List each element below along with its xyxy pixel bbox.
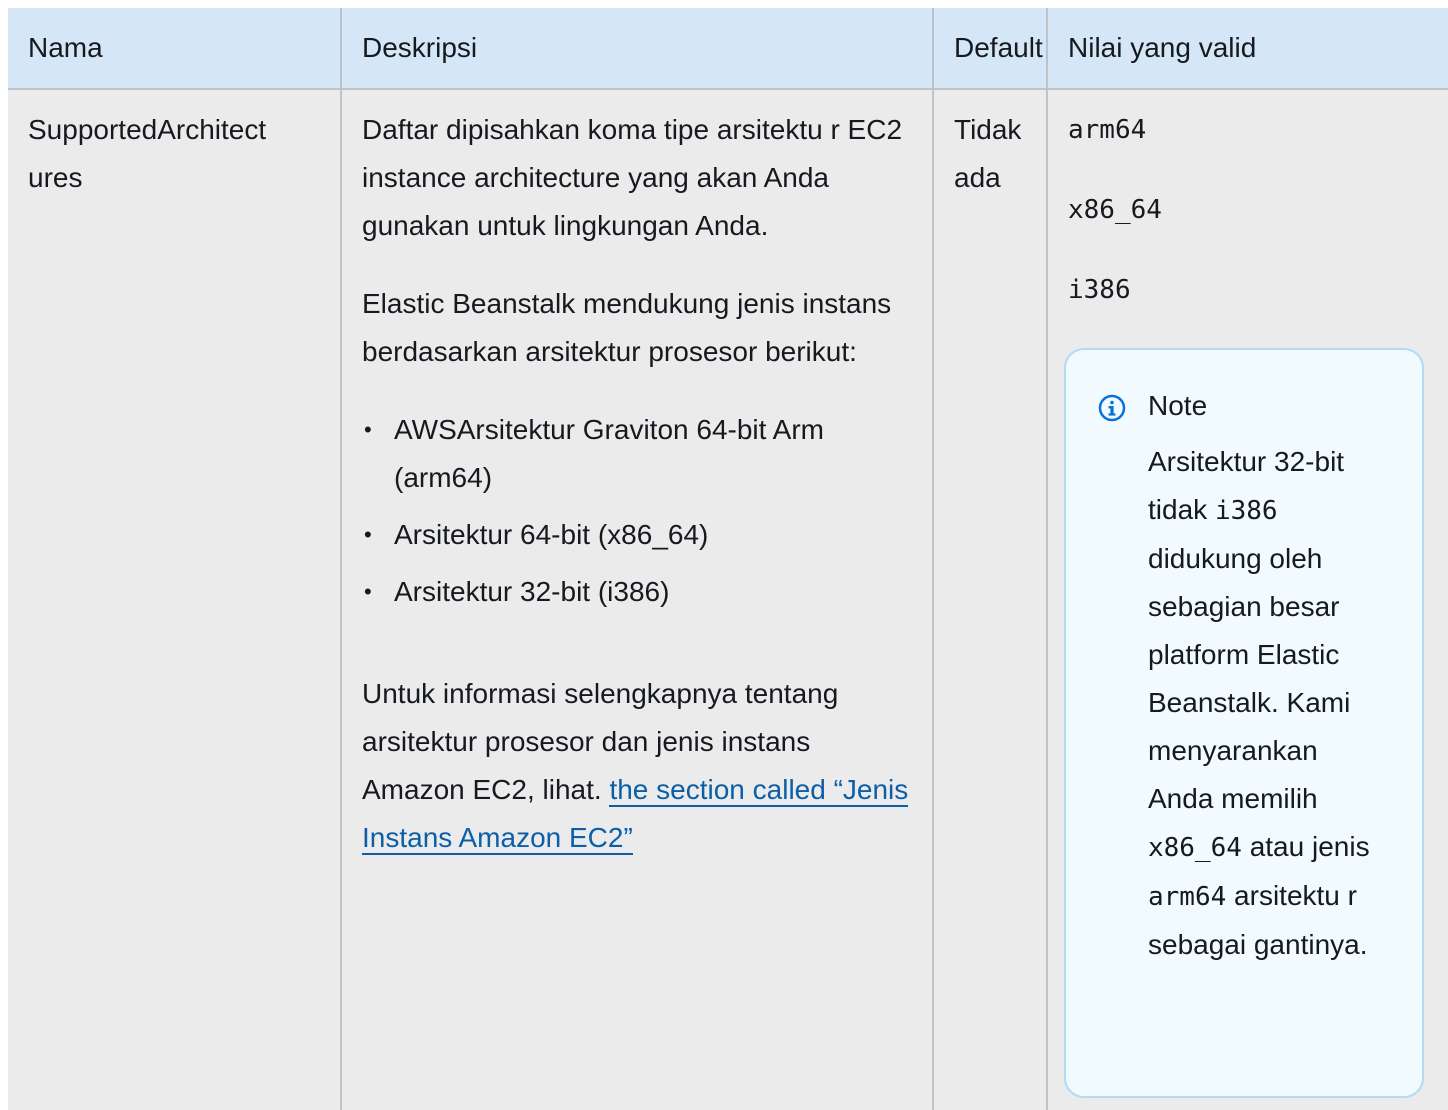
note-callout: Note Arsitektur 32-bit tidak i386 diduku… — [1064, 348, 1424, 1098]
list-item: Arsitektur 64-bit (x86_64) — [362, 511, 912, 559]
note-text: Arsitektur 32-bit tidak i386 didukung ol… — [1148, 438, 1388, 969]
table-header-row: Nama Deskripsi Default Nilai yang valid — [8, 8, 1448, 90]
column-divider — [340, 8, 342, 1110]
header-valid-values: Nilai yang valid — [1068, 32, 1257, 63]
valid-value: x86_64 — [1068, 195, 1162, 225]
note-text-part: didukung oleh sebagian besar platform El… — [1148, 543, 1351, 814]
description-paragraph: Elastic Beanstalk mendukung jenis instan… — [362, 288, 892, 367]
valid-value: arm64 — [1068, 115, 1147, 145]
note-title: Note — [1148, 390, 1208, 421]
header-name: Nama — [28, 32, 103, 63]
cell-name: SupportedArchitect ures — [28, 106, 328, 202]
list-item: AWSArsitektur Graviton 64-bit Arm (arm64… — [362, 406, 912, 502]
cell-valid-values: arm64 x86_64 i386 — [1068, 106, 1428, 346]
default-value-line2: ada — [954, 162, 1001, 193]
default-value-line1: Tidak — [954, 114, 1022, 145]
option-name-line1: SupportedArchitect — [28, 114, 267, 145]
header-description: Deskripsi — [362, 32, 478, 63]
header-default: Default — [954, 32, 1043, 63]
list-item: Arsitektur 32-bit (i386) — [362, 568, 912, 616]
option-name-line2: ures — [28, 162, 83, 193]
description-paragraph: Daftar dipisahkan koma tipe arsitektu r … — [362, 114, 903, 241]
note-text-part: atau jenis — [1241, 831, 1370, 862]
attributes-table: Nama Deskripsi Default Nilai yang valid … — [8, 8, 1448, 1110]
info-icon — [1098, 394, 1126, 422]
architecture-list: AWSArsitektur Graviton 64-bit Arm (arm64… — [362, 406, 912, 616]
description-paragraph: Untuk informasi selengkapnya tentang ars… — [362, 670, 912, 862]
note-code: x86_64 — [1148, 833, 1242, 863]
cell-description: Daftar dipisahkan koma tipe arsitektu r … — [362, 106, 912, 892]
note-code: arm64 — [1148, 882, 1227, 912]
valid-value: i386 — [1068, 275, 1131, 305]
column-divider — [932, 8, 934, 1110]
column-divider — [1046, 8, 1048, 1110]
note-code: i386 — [1214, 496, 1278, 526]
cell-default: Tidak ada — [954, 106, 1042, 202]
